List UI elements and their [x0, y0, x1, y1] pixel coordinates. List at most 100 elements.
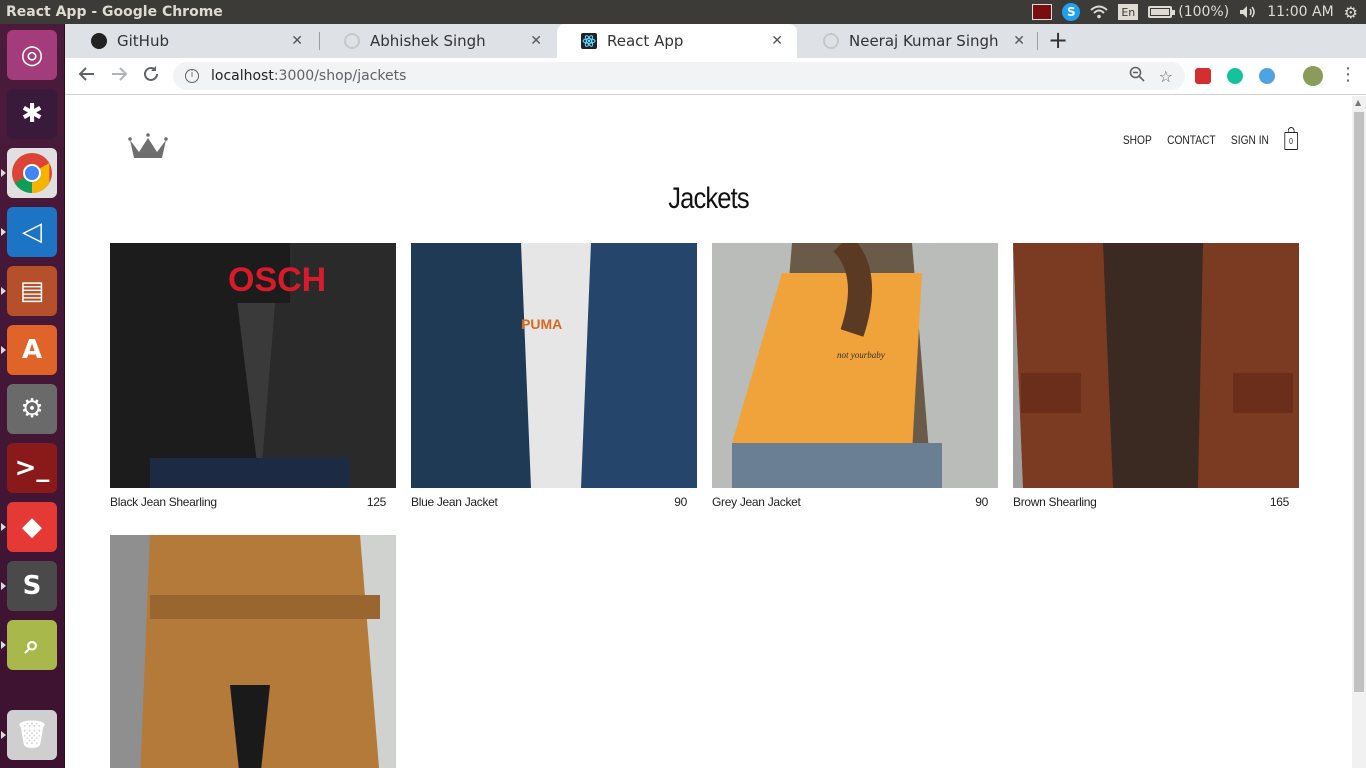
address-bar[interactable]: i localhost:3000/shop/jackets ☆ [173, 62, 1185, 90]
cart-count: 0 [1289, 136, 1294, 146]
extension-red-icon[interactable] [1195, 68, 1211, 84]
chrome-menu-button[interactable]: ⋮ [1339, 64, 1357, 85]
running-app-indicator [1, 641, 6, 649]
product-meta: Black Jean Shearling 125 [110, 495, 396, 509]
extension-blue-icon[interactable] [1259, 68, 1275, 84]
tab-label: GitHub [117, 32, 169, 50]
running-app-indicator [1, 731, 6, 739]
window-title: React App - Google Chrome [6, 4, 223, 20]
product-image[interactable] [110, 535, 396, 768]
search-tool-icon[interactable]: ⌕ [7, 620, 57, 670]
svg-text:PUMA: PUMA [521, 316, 562, 332]
arrow-right-icon [112, 67, 128, 81]
product-name: Blue Jean Jacket [411, 495, 498, 509]
tab-github[interactable]: GitHub ✕ [67, 24, 317, 58]
tab-neeraj-kumar-singh[interactable]: Neeraj Kumar Singh ✕ [799, 24, 1039, 58]
skype-icon[interactable]: S [1062, 3, 1081, 21]
battery-indicator[interactable]: (100%) [1148, 3, 1229, 21]
chrome-icon[interactable] [7, 148, 57, 198]
close-icon[interactable]: ✕ [1013, 33, 1025, 49]
ubuntu-dash-icon[interactable]: ◎ [7, 30, 57, 80]
svg-text:OSCH: OSCH [228, 261, 326, 299]
browser-toolbar: i localhost:3000/shop/jackets ☆ ⋮ [65, 58, 1366, 95]
running-app-indicator [1, 169, 6, 177]
github-icon [91, 33, 107, 49]
url-path: :3000/shop/jackets [273, 68, 407, 84]
battery-percent: (100%) [1178, 4, 1230, 20]
tab-separator [1037, 32, 1038, 50]
product-name: Grey Jean Jacket [712, 495, 801, 509]
wifi-icon[interactable] [1090, 3, 1108, 21]
profile-avatar[interactable] [1303, 66, 1323, 86]
forward-button[interactable] [110, 64, 128, 88]
info-icon[interactable]: i [185, 69, 199, 83]
os-top-panel: React App - Google Chrome S En (100%) 11… [0, 0, 1366, 24]
tab-react-app[interactable]: React App ✕ [557, 24, 797, 58]
trash-icon[interactable]: 🗑 [7, 710, 57, 760]
close-icon[interactable]: ✕ [771, 33, 783, 49]
anydesk-icon[interactable]: ◆ [7, 502, 57, 552]
gear-icon[interactable]: ⚙ [1344, 3, 1358, 22]
url-host: localhost [211, 68, 274, 84]
tab-abhishek-singh[interactable]: Abhishek Singh ✕ [320, 24, 556, 58]
nav-shop-link[interactable]: SHOP [1123, 133, 1152, 147]
bookmark-star-icon[interactable]: ☆ [1159, 67, 1173, 86]
product-meta: Brown Shearling 165 [1013, 495, 1299, 509]
close-icon[interactable]: ✕ [530, 33, 542, 49]
tab-label: Abhishek Singh [370, 32, 486, 50]
clock[interactable]: 11:00 AM [1267, 3, 1333, 21]
product-price: 90 [975, 495, 988, 509]
product-name: Black Jean Shearling [110, 495, 217, 509]
product-image[interactable] [1013, 243, 1299, 488]
close-icon[interactable]: ✕ [291, 33, 303, 49]
scrollbar-thumb[interactable] [1354, 112, 1364, 692]
reload-icon [144, 66, 158, 81]
system-tray: S En (100%) 11:00 AM ⚙ [1032, 3, 1366, 22]
crown-logo-icon[interactable] [128, 130, 168, 160]
nav-contact-link[interactable]: CONTACT [1167, 133, 1216, 147]
page-scrollbar[interactable]: ▲ [1352, 96, 1366, 768]
product-card[interactable] [110, 535, 396, 768]
zoom-icon[interactable] [1129, 66, 1145, 86]
product-image[interactable]: not yourbaby [712, 243, 998, 488]
product-image[interactable]: PUMA [411, 243, 697, 488]
nav-sign-in-link[interactable]: SIGN IN [1231, 133, 1269, 147]
browser-tab-strip: GitHub ✕ Abhishek Singh ✕ React App ✕ Ne… [65, 24, 1366, 58]
system-settings-icon[interactable]: ⚙ [7, 384, 57, 434]
slack-icon[interactable]: ✱ [7, 89, 57, 139]
arrow-left-icon [78, 67, 94, 81]
files-icon[interactable]: ▤ [7, 266, 57, 316]
back-button[interactable] [78, 64, 96, 88]
product-card[interactable]: PUMA Blue Jean Jacket 90 [411, 243, 697, 509]
terminal-icon[interactable]: >_ [7, 443, 57, 493]
tab-label: React App [607, 32, 684, 50]
page-title: Jackets [668, 182, 749, 215]
react-icon [581, 33, 597, 49]
svg-text:not yourbaby: not yourbaby [837, 350, 885, 360]
vscode-icon[interactable]: ◁ [7, 207, 57, 257]
shopping-bag-icon[interactable]: 0 [1284, 127, 1298, 150]
sublime-text-icon[interactable]: S [7, 561, 57, 611]
product-price: 165 [1269, 495, 1289, 509]
loading-icon [823, 33, 839, 49]
screen-recorder-icon[interactable] [1032, 4, 1053, 20]
software-center-icon[interactable]: A [7, 325, 57, 375]
running-app-indicator [1, 228, 6, 236]
loading-icon [344, 33, 360, 49]
ubuntu-launcher: ◎ ✱ ◁ ▤ A ⚙ >_ ◆ S ⌕ 🗑 [0, 24, 65, 768]
product-card[interactable]: OSCH Black Jean Shearling 125 [110, 243, 396, 509]
product-card[interactable]: Brown Shearling 165 [1013, 243, 1299, 509]
product-image[interactable]: OSCH [110, 243, 396, 488]
grammarly-icon[interactable] [1227, 68, 1243, 84]
product-meta: Grey Jean Jacket 90 [712, 495, 998, 509]
language-indicator[interactable]: En [1118, 4, 1139, 20]
product-price: 90 [674, 495, 687, 509]
reload-button[interactable] [142, 64, 160, 88]
battery-icon [1148, 6, 1176, 18]
new-tab-button[interactable]: + [1048, 26, 1068, 54]
scroll-up-icon[interactable]: ▲ [1355, 98, 1361, 107]
tab-label: Neeraj Kumar Singh [849, 32, 999, 50]
volume-icon[interactable] [1239, 3, 1257, 21]
running-app-indicator [1, 287, 6, 295]
product-card[interactable]: not yourbaby Grey Jean Jacket 90 [712, 243, 998, 509]
